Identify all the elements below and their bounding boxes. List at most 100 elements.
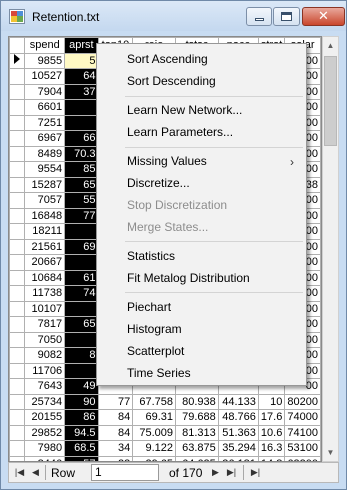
row-header[interactable] [9, 378, 26, 395]
table-cell[interactable]: 48.766 [217, 409, 259, 426]
row-header[interactable] [9, 285, 26, 302]
column-header[interactable]: spend [24, 37, 66, 54]
scroll-down-icon[interactable]: ▼ [323, 444, 338, 461]
row-header[interactable] [9, 393, 26, 410]
menu-item-missing-values[interactable]: Missing Values [127, 151, 207, 171]
table-row[interactable]: 7980 68.5 34 9.122 63.875 35.294 16.3 53100 [9, 440, 321, 457]
new-record-icon[interactable]: ▶| [249, 465, 262, 480]
row-header[interactable] [9, 176, 26, 193]
table-cell[interactable]: 7904 [24, 83, 66, 100]
close-button[interactable]: ✕ [302, 7, 345, 26]
row-header[interactable] [9, 207, 26, 224]
previous-record-icon[interactable]: ◀ [29, 465, 42, 480]
table-cell[interactable]: 66 [64, 130, 99, 147]
table-cell[interactable]: 80.938 [175, 393, 219, 410]
table-cell[interactable]: 15287 [24, 176, 66, 193]
table-cell[interactable]: 7251 [24, 114, 66, 131]
row-header[interactable] [9, 223, 26, 240]
table-cell[interactable]: 29852 [24, 424, 66, 441]
menu-item-scatterplot[interactable]: Scatterplot [127, 341, 184, 361]
table-cell[interactable]: 10684 [24, 269, 66, 286]
menu-item-histogram[interactable]: Histogram [127, 319, 182, 339]
menu-item-sort-descending[interactable]: Sort Descending [127, 71, 216, 91]
table-cell[interactable]: 65 [64, 316, 99, 333]
table-cell[interactable]: 74100 [284, 424, 321, 441]
row-header[interactable] [9, 68, 26, 85]
row-header[interactable] [9, 52, 26, 69]
table-row[interactable]: 29852 94.5 84 75.009 81.313 51.363 10.6 74100 [9, 424, 321, 441]
table-cell[interactable]: 11738 [24, 285, 66, 302]
table-cell[interactable]: 44.133 [217, 393, 259, 410]
row-header[interactable] [9, 99, 26, 116]
table-cell[interactable]: 7980 [24, 440, 66, 457]
table-cell[interactable]: 7817 [24, 316, 66, 333]
table-cell[interactable]: 21561 [24, 238, 66, 255]
last-record-icon[interactable]: ▶| [225, 465, 238, 480]
table-cell[interactable]: 74000 [284, 409, 321, 426]
row-header[interactable] [9, 316, 26, 333]
menu-item-time-series[interactable]: Time Series [127, 363, 191, 383]
table-cell[interactable] [64, 223, 99, 240]
table-cell[interactable]: 63.875 [175, 440, 219, 457]
table-cell[interactable]: 49 [64, 378, 99, 395]
table-cell[interactable]: 61 [64, 269, 99, 286]
title-bar[interactable]: Retention.txt ✕ [1, 1, 346, 31]
row-header[interactable] [9, 362, 26, 379]
table-cell[interactable]: 5 [64, 52, 99, 69]
row-header[interactable] [9, 161, 26, 178]
minimize-button[interactable] [246, 7, 272, 26]
table-cell[interactable]: 90 [64, 393, 99, 410]
row-header[interactable] [9, 130, 26, 147]
table-cell[interactable]: 18211 [24, 223, 66, 240]
maximize-button[interactable] [273, 7, 300, 26]
table-cell[interactable]: 9082 [24, 347, 66, 364]
table-cell[interactable]: 69 [64, 238, 99, 255]
table-cell[interactable]: 10 [257, 393, 286, 410]
table-row[interactable]: 25734 90 77 67.758 80.938 44.133 10 80200 [9, 393, 321, 410]
vertical-scrollbar[interactable]: ▲ ▼ [322, 36, 339, 462]
table-cell[interactable]: 7050 [24, 331, 66, 348]
table-cell[interactable]: 7057 [24, 192, 66, 209]
table-cell[interactable]: 10.6 [257, 424, 286, 441]
table-cell[interactable]: 20667 [24, 254, 66, 271]
menu-item-discretize[interactable]: Discretize... [127, 173, 190, 193]
table-cell[interactable]: 86 [64, 409, 99, 426]
row-header[interactable] [9, 300, 26, 317]
table-cell[interactable]: 10527 [24, 68, 66, 85]
grid-corner[interactable] [9, 37, 26, 54]
table-cell[interactable]: 10107 [24, 300, 66, 317]
table-cell[interactable]: 11706 [24, 362, 66, 379]
table-cell[interactable]: 6967 [24, 130, 66, 147]
table-cell[interactable]: 37 [64, 83, 99, 100]
menu-item-learn-parameters[interactable]: Learn Parameters... [127, 122, 233, 142]
table-cell[interactable]: 75.009 [132, 424, 177, 441]
menu-item-piechart[interactable]: Piechart [127, 297, 171, 317]
table-cell[interactable] [64, 362, 99, 379]
table-row[interactable]: 20155 86 84 69.31 79.688 48.766 17.6 74000 [9, 409, 321, 426]
row-header[interactable] [9, 347, 26, 364]
table-cell[interactable] [64, 254, 99, 271]
menu-item-fit-metalog[interactable]: Fit Metalog Distribution [127, 268, 250, 288]
table-cell[interactable]: 70.3 [64, 145, 99, 162]
row-header[interactable] [9, 409, 26, 426]
table-cell[interactable]: 77 [64, 207, 99, 224]
table-cell[interactable]: 55 [64, 192, 99, 209]
table-cell[interactable]: 25734 [24, 393, 66, 410]
menu-item-statistics[interactable]: Statistics [127, 246, 175, 266]
table-cell[interactable]: 65 [64, 176, 99, 193]
table-cell[interactable]: 7643 [24, 378, 66, 395]
row-header[interactable] [9, 192, 26, 209]
column-header[interactable]: aprst [64, 37, 99, 54]
table-cell[interactable]: 74 [64, 285, 99, 302]
table-cell[interactable]: 9.122 [132, 440, 177, 457]
next-record-icon[interactable]: ▶ [209, 465, 222, 480]
row-header[interactable] [9, 331, 26, 348]
row-header[interactable] [9, 254, 26, 271]
table-cell[interactable] [64, 300, 99, 317]
row-header[interactable] [9, 269, 26, 286]
table-cell[interactable]: 17.6 [257, 409, 286, 426]
table-cell[interactable]: 51.363 [217, 424, 259, 441]
table-cell[interactable]: 34 [97, 440, 134, 457]
table-cell[interactable]: 8 [64, 347, 99, 364]
row-header[interactable] [9, 238, 26, 255]
